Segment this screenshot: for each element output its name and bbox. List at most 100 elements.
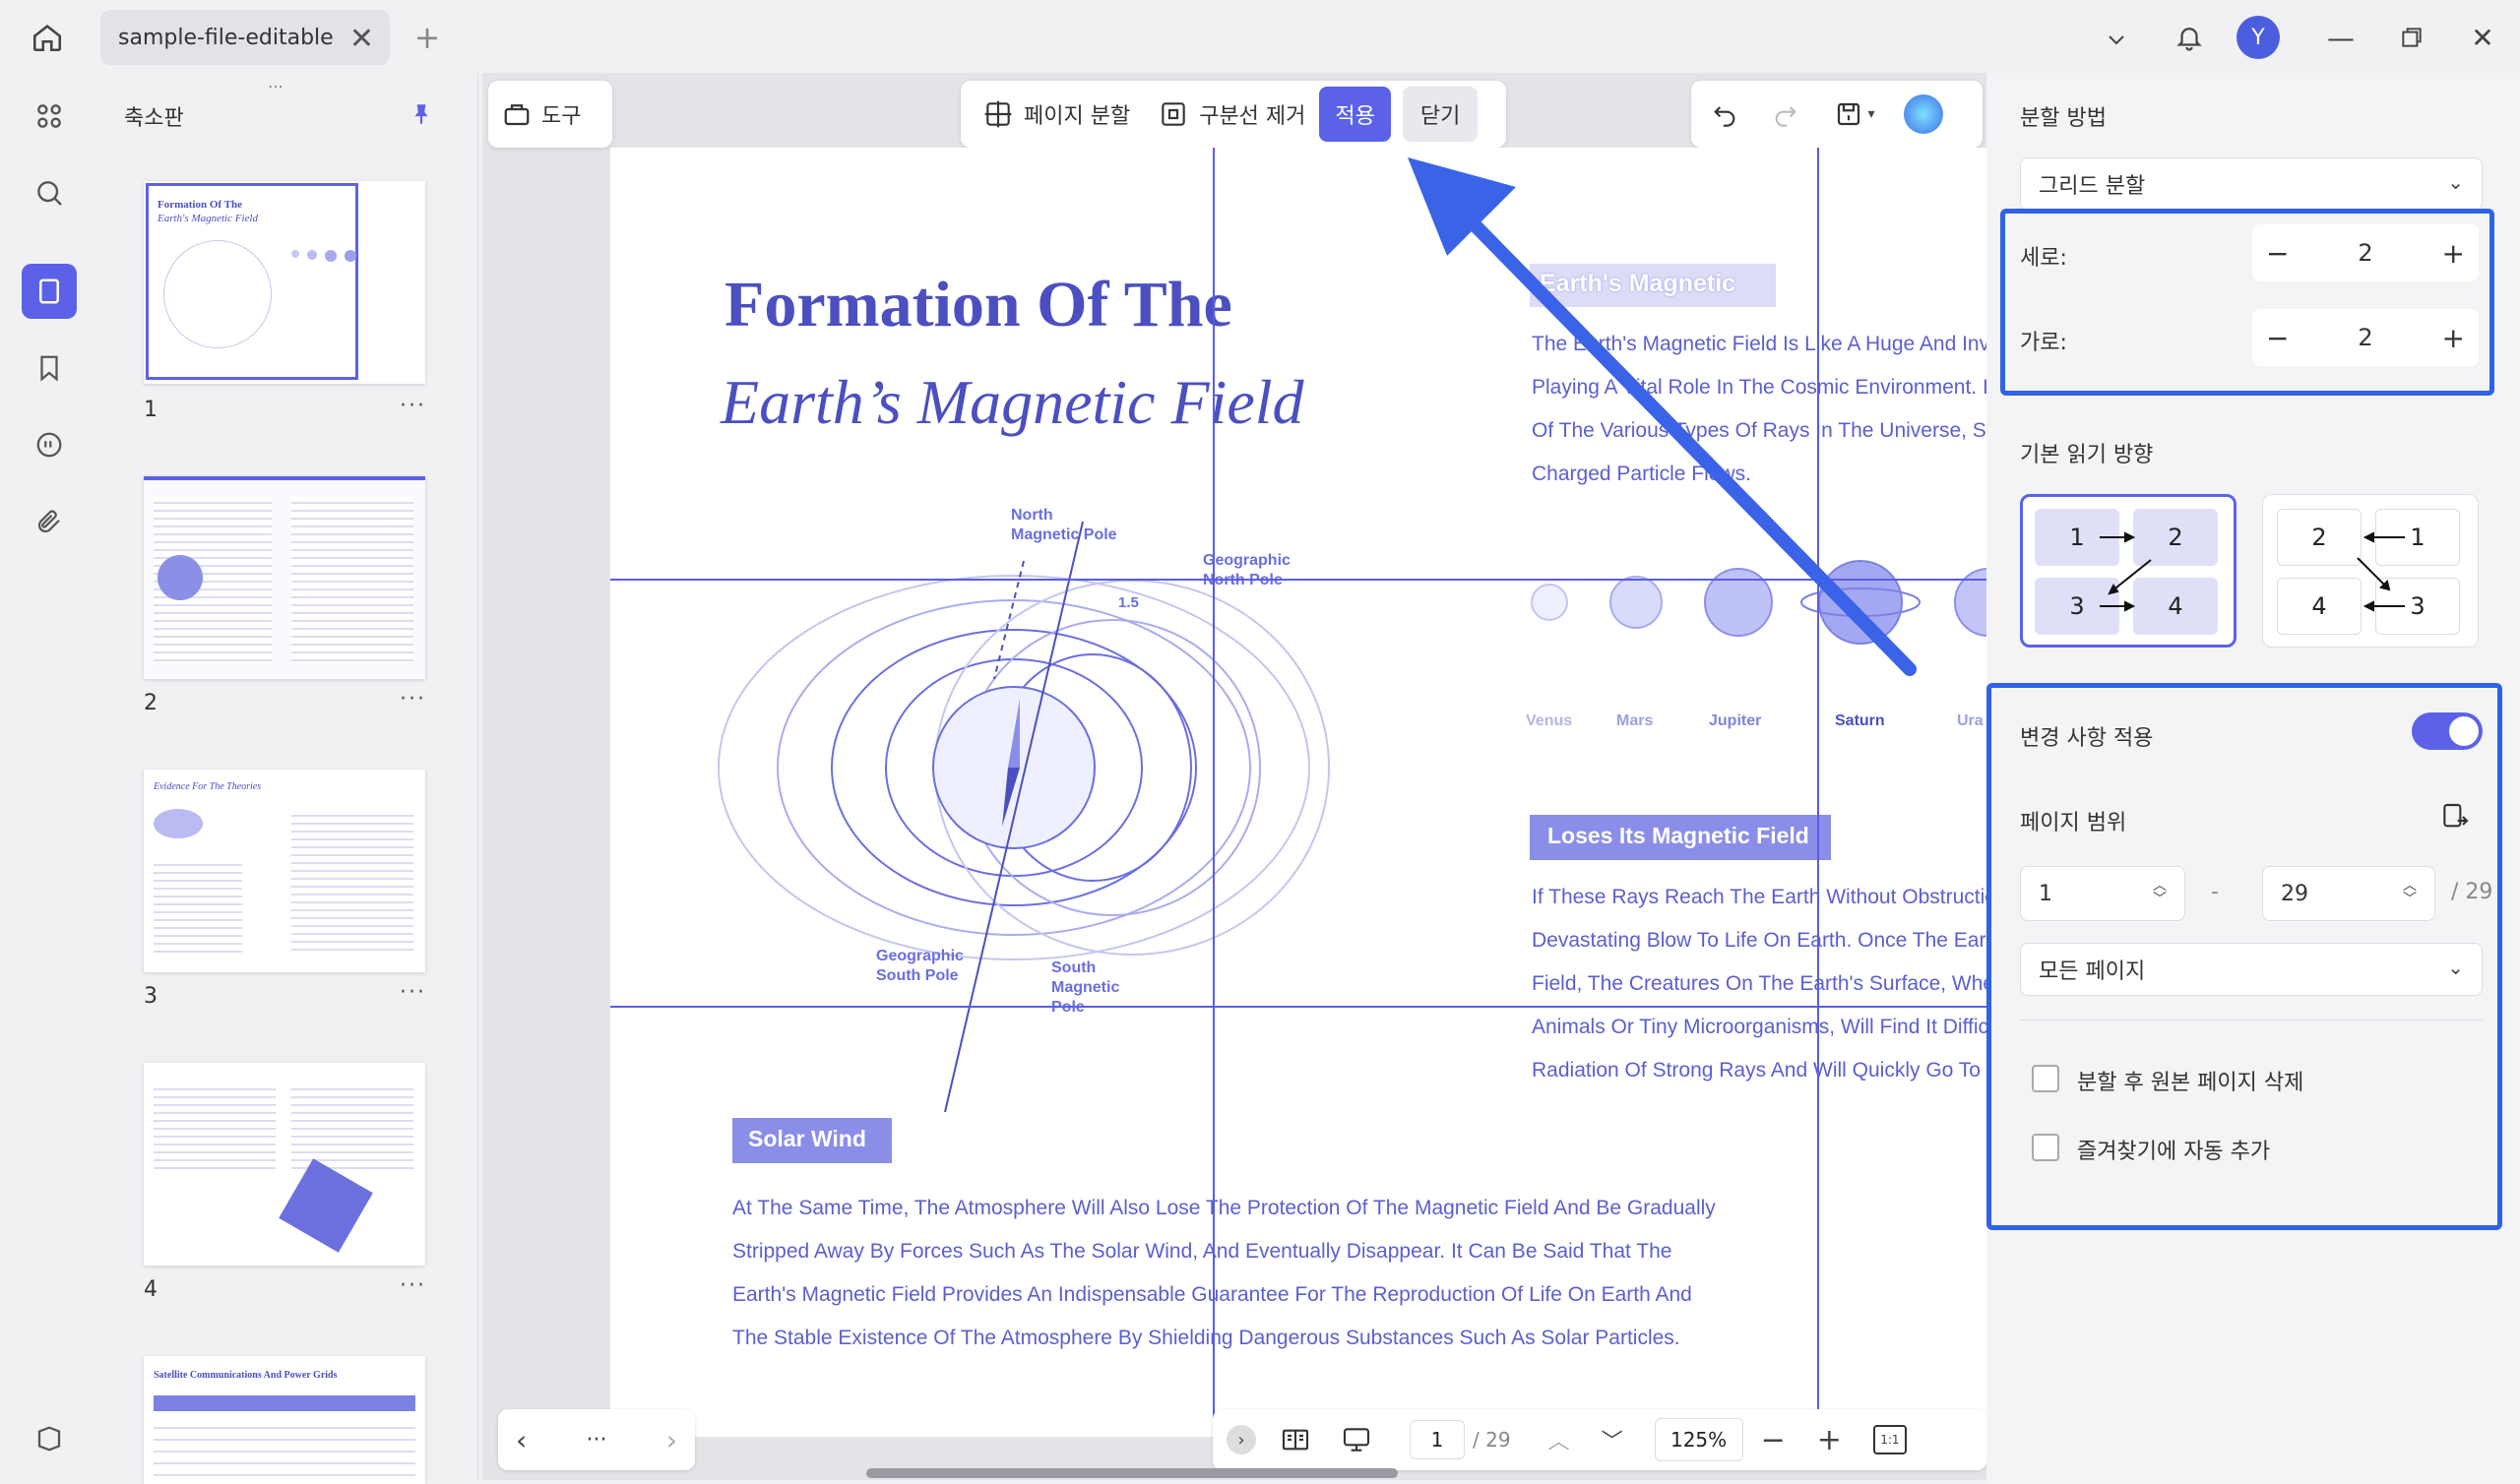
close-window-icon[interactable]: ✕ <box>2463 18 2502 57</box>
restore-window-icon[interactable] <box>2392 18 2431 57</box>
apply-button[interactable]: 적용 <box>1319 87 1391 142</box>
paragraph-line: At The Same Time, The Atmosphere Will Al… <box>732 1197 1716 1219</box>
delete-original-checkbox[interactable] <box>2032 1065 2059 1092</box>
thumbnail-graphic <box>154 809 203 838</box>
view-bar: › 1 / 29 ︿ ﹀ 125% − + 1:1 <box>1213 1409 1986 1470</box>
page-thumbnail[interactable]: Formation Of The Earth's Magnetic Field <box>144 181 425 384</box>
notification-bell-icon[interactable] <box>2168 16 2211 59</box>
thumbnail-more-icon[interactable]: ··· <box>400 1273 426 1298</box>
previous-icon[interactable]: ‹ <box>516 1424 527 1456</box>
comment-icon[interactable] <box>22 417 77 472</box>
columns-stepper[interactable]: − 2 + <box>2252 309 2479 366</box>
split-guide-vertical[interactable] <box>1213 148 1215 1437</box>
plus-icon[interactable]: + <box>2442 237 2465 270</box>
thumbnail-more-icon[interactable]: ··· <box>400 687 426 711</box>
paragraph-line: Stripped Away By Forces Such As The Sola… <box>732 1240 1672 1263</box>
minus-icon[interactable]: − <box>2266 322 2289 354</box>
chevron-down-icon[interactable] <box>2097 20 2136 59</box>
spinner-icon[interactable]: ︿ ﹀ <box>2403 879 2417 906</box>
rows-stepper[interactable]: − 2 + <box>2252 224 2479 281</box>
split-guide-horizontal[interactable] <box>610 1006 1988 1008</box>
page-up-icon[interactable]: ︿ <box>1548 1424 1570 1455</box>
bookmark-icon[interactable] <box>22 340 77 396</box>
direction-arrows-icon <box>2100 531 2152 612</box>
apply-changes-toggle[interactable] <box>2412 712 2483 750</box>
collapse-icon[interactable]: › <box>1227 1425 1256 1454</box>
range-to-value[interactable]: 29 <box>2281 882 2308 906</box>
planet-label: Mars <box>1616 712 1654 729</box>
paragraph-line: Radiation Of Strong Rays And Will Quickl… <box>1532 1059 1981 1082</box>
page-thumbnail[interactable] <box>144 476 425 679</box>
close-split-button[interactable]: 닫기 <box>1402 87 1479 142</box>
next-icon[interactable]: › <box>666 1424 677 1456</box>
presentation-icon[interactable] <box>1335 1418 1378 1461</box>
horizontal-scrollbar[interactable] <box>866 1468 1398 1478</box>
reading-direction-option-ltr[interactable]: 1 2 3 4 <box>2020 494 2236 648</box>
document-tab-title: sample-file-editable <box>118 25 334 50</box>
plus-icon[interactable]: + <box>2442 322 2465 354</box>
user-avatar[interactable]: Y <box>2236 16 2280 59</box>
drag-handle[interactable]: ⋯ <box>268 77 285 95</box>
zoom-in-icon[interactable]: + <box>1817 1423 1842 1457</box>
page-number-input[interactable]: 1 <box>1410 1420 1465 1459</box>
thumbnail-graphic <box>154 858 242 957</box>
thumbnail-panel-title: 축소판 <box>124 106 184 131</box>
tools-button[interactable]: 도구 <box>488 87 595 142</box>
more-options[interactable]: ··· <box>587 1428 607 1453</box>
page-range-icon[interactable] <box>2435 797 2475 836</box>
columns-label: 가로: <box>2020 331 2067 355</box>
save-icon[interactable]: ▾ <box>1827 94 1882 134</box>
pin-icon[interactable] <box>404 96 439 132</box>
close-tab-icon[interactable]: ✕ <box>349 22 374 56</box>
layers-icon[interactable] <box>22 1411 77 1466</box>
attachment-icon[interactable] <box>22 494 77 549</box>
auto-bookmark-checkbox[interactable] <box>2032 1134 2059 1161</box>
remove-divider-button[interactable]: 구분선 제거 <box>1144 87 1319 142</box>
document-tab[interactable]: sample-file-editable ✕ <box>100 10 390 65</box>
split-method-select[interactable]: 그리드 분할 ⌄ <box>2020 157 2483 211</box>
page-thumbnail[interactable]: Satellite Communications And Power Grids <box>144 1356 425 1484</box>
reading-direction-option-rtl[interactable]: 2 1 4 3 <box>2262 494 2479 648</box>
page-subset-select[interactable]: 모든 페이지 ⌄ <box>2020 943 2483 996</box>
thumbnail-page-number: 4 <box>144 1277 158 1302</box>
zoom-out-icon[interactable]: − <box>1761 1423 1786 1457</box>
actual-size-icon[interactable]: 1:1 <box>1872 1425 1907 1454</box>
range-from-input[interactable]: 1 ︿ ﹀ <box>2020 866 2185 921</box>
thumbnail-page-number: 2 <box>144 691 158 715</box>
thumbnail-graphic <box>163 240 272 348</box>
thumbnail-page-number: 1 <box>144 398 158 422</box>
minimize-icon[interactable]: — <box>2321 18 2361 57</box>
page-subset-value: 모든 페이지 <box>2039 959 2146 984</box>
thumbnail-more-icon[interactable]: ··· <box>400 394 426 418</box>
new-tab-icon[interactable]: + <box>408 18 447 57</box>
redo-icon[interactable] <box>1766 94 1805 134</box>
undo-icon[interactable] <box>1705 94 1744 134</box>
thumbnail-graphic <box>291 250 410 262</box>
south-magnetic-pole-label: SouthMagneticPole <box>1051 959 1120 1016</box>
search-icon[interactable] <box>22 165 77 220</box>
page-thumbnail[interactable]: Evidence For The Theories <box>144 770 425 972</box>
doc-title-line1: Formation Of The <box>724 269 1232 340</box>
page-thumbnail[interactable] <box>144 1063 425 1266</box>
rows-value[interactable]: 2 <box>2358 239 2372 267</box>
page-down-icon[interactable]: ﹀ <box>1602 1424 1623 1455</box>
planet-label: Saturn <box>1835 712 1885 729</box>
page-layout-icon[interactable] <box>1274 1418 1317 1461</box>
toggle-knob <box>2449 716 2479 746</box>
range-from-value[interactable]: 1 <box>2039 882 2052 906</box>
range-to-input[interactable]: 29 ︿ ﹀ <box>2262 866 2435 921</box>
columns-value[interactable]: 2 <box>2358 324 2372 351</box>
grid-apps-icon[interactable] <box>22 89 77 144</box>
thumbnail-text: Earth's Magnetic Field <box>158 213 258 224</box>
home-icon[interactable] <box>26 16 69 59</box>
thumbnail-graphic <box>158 555 203 600</box>
minus-icon[interactable]: − <box>2266 237 2289 270</box>
planet-label: Venus <box>1526 712 1573 729</box>
ai-assistant-icon[interactable] <box>1904 94 1943 134</box>
thumbnails-icon[interactable] <box>22 264 77 319</box>
page-split-button[interactable]: 페이지 분할 <box>969 87 1144 142</box>
page-split-label: 페이지 분할 <box>1024 104 1131 129</box>
spinner-icon[interactable]: ︿ ﹀ <box>2153 879 2167 906</box>
zoom-level[interactable]: 125% <box>1654 1418 1743 1461</box>
thumbnail-more-icon[interactable]: ··· <box>400 980 426 1005</box>
